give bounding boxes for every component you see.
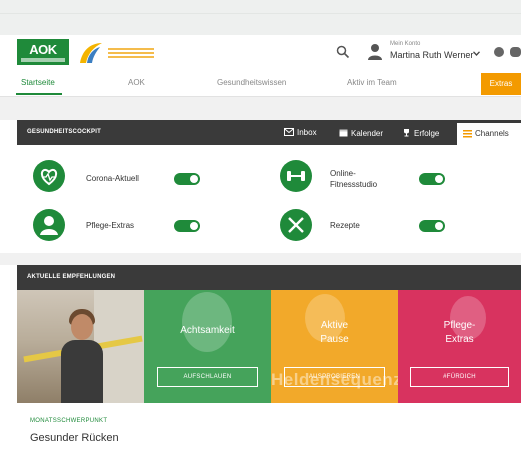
nav-item-aok[interactable]: AOK — [128, 78, 145, 87]
cockpit-channels: Corona-Aktuell Online- Fitnessstudio Pfl… — [17, 145, 521, 253]
recommendation-panels: Achtsamkeit AUFSCHLAUEN Aktive Pause Hel… — [17, 290, 521, 403]
nav-item-extras[interactable]: Extras — [481, 73, 521, 95]
tab-erfolge[interactable]: Erfolge — [402, 128, 439, 138]
chevron-down-icon[interactable] — [473, 51, 480, 56]
channel-fitness-label: Online- Fitnessstudio — [330, 169, 378, 189]
community-icon[interactable] — [510, 47, 521, 57]
trophy-icon — [404, 129, 409, 137]
site-header: AOK Mein Konto Martina Ruth Werner — [0, 35, 521, 71]
aok-logo[interactable]: AOK — [17, 39, 69, 65]
divider — [0, 13, 521, 14]
nav-item-startseite[interactable]: Startseite — [21, 78, 55, 87]
tab-inbox[interactable]: Inbox — [284, 128, 317, 137]
main-nav: Startseite AOK Gesundheitswissen Aktiv i… — [0, 71, 521, 97]
cockpit-title: GESUNDHEITSCOCKPIT — [27, 129, 101, 135]
corona-toggle[interactable] — [174, 173, 200, 185]
rezepte-toggle[interactable] — [419, 220, 445, 232]
dumbbell-icon — [280, 160, 312, 192]
section-gap — [0, 97, 521, 120]
monat-title[interactable]: Gesunder Rücken — [30, 432, 119, 444]
tab-kalender-label: Kalender — [351, 129, 384, 138]
tab-erfolge-label: Erfolge — [414, 129, 440, 138]
card-aktive-pause[interactable]: Aktive Pause Heldensequenz AUSPROBIEREN — [271, 290, 398, 403]
heart-icon — [33, 160, 65, 192]
fuerdich-button[interactable]: #FÜRDICH — [410, 367, 509, 387]
channels-icon — [463, 130, 472, 138]
aufschlauen-button[interactable]: AUFSCHLAUEN — [157, 367, 258, 387]
monatsschwerpunkt-section: MONATSSCHWERPUNKT Gesunder Rücken — [0, 403, 521, 454]
card-aktive-pause-title: Aktive Pause — [320, 320, 349, 345]
nav-active-indicator — [16, 93, 62, 95]
tab-kalender[interactable]: Kalender — [339, 128, 383, 138]
recommendations-title: AKTUELLE EMPFEHLUNGEN — [27, 274, 116, 280]
calendar-icon — [339, 129, 348, 137]
card-achtsamkeit-title: Achtsamkeit — [180, 325, 235, 336]
pflege-toggle[interactable] — [174, 220, 200, 232]
account-label: Mein Konto — [390, 41, 421, 47]
card-pflege-extras-title: Pflege- Extras — [443, 320, 476, 345]
tab-channels[interactable]: Channels — [457, 123, 521, 145]
channel-corona-label: Corona-Aktuell — [86, 174, 139, 183]
tab-inbox-label: Inbox — [297, 128, 317, 137]
recommendations-header: AKTUELLE EMPFEHLUNGEN — [17, 265, 521, 290]
ausprobieren-button[interactable]: AUSPROBIEREN — [284, 367, 385, 387]
channel-pflege-label: Pflege-Extras — [86, 221, 135, 230]
tab-channels-label: Channels — [475, 129, 509, 138]
channel-rezepte-label: Rezepte — [330, 221, 360, 230]
account-name[interactable]: Martina Ruth Werner — [390, 50, 473, 60]
envelope-icon — [284, 128, 294, 136]
cockpit-header: GESUNDHEITSCOCKPIT Inbox Kalender Erfolg… — [17, 120, 521, 145]
partner-logo[interactable] — [78, 39, 158, 67]
browser-top-strip — [0, 0, 521, 35]
nav-item-gesundheitswissen[interactable]: Gesundheitswissen — [217, 78, 286, 87]
partner-logo-wordmark — [108, 48, 154, 60]
card-pflege-extras[interactable]: Pflege- Extras #FÜRDICH — [398, 290, 521, 403]
search-icon[interactable] — [336, 45, 350, 59]
card-achtsamkeit[interactable]: Achtsamkeit AUFSCHLAUEN — [144, 290, 271, 403]
cutlery-icon — [280, 209, 312, 241]
nav-item-aktiv-im-team[interactable]: Aktiv im Team — [347, 78, 397, 87]
monat-kicker: MONATSSCHWERPUNKT — [30, 418, 108, 424]
partner-logo-swirl-icon — [80, 43, 102, 63]
settings-icon[interactable] — [494, 47, 504, 57]
fitness-toggle[interactable] — [419, 173, 445, 185]
care-person-icon — [33, 209, 65, 241]
fitness-woman-image — [17, 290, 144, 403]
user-icon[interactable] — [367, 43, 383, 61]
section-gap — [0, 253, 521, 265]
